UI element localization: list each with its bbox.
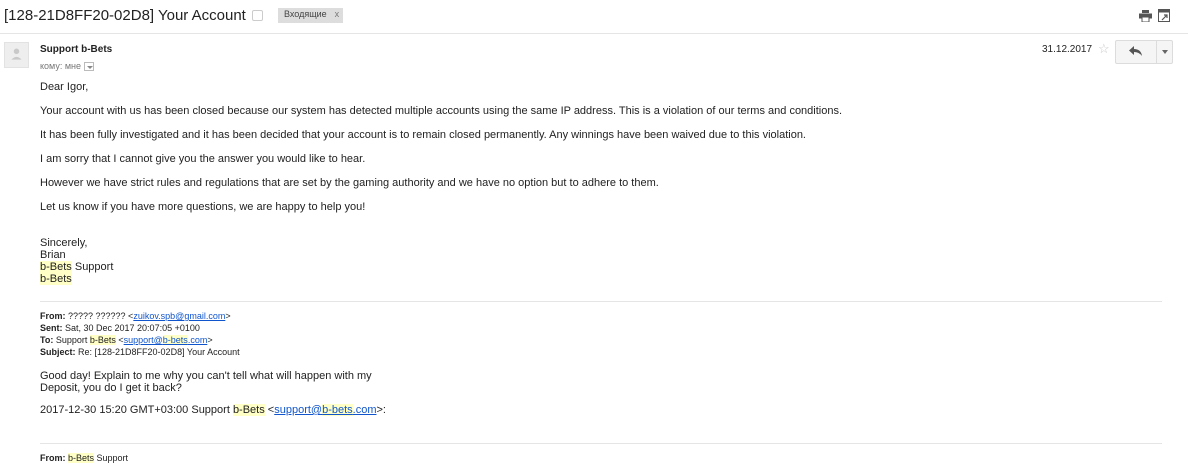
body-paragraph: However we have strict rules and regulat… [40, 177, 659, 189]
signature-team-suffix: Support [71, 261, 114, 273]
signature-team: b-Bets Support [40, 261, 113, 273]
message-date: 31.12.2017 [1042, 44, 1093, 55]
brand-highlight: b-Bets [89, 335, 116, 345]
reply-button-group [1115, 40, 1173, 64]
signature-closing: Sincerely, [40, 237, 88, 249]
attribution-prefix: 2017-12-30 15:20 GMT+03:00 Support [40, 404, 233, 416]
quoted-from-end: > [225, 311, 231, 321]
print-icon[interactable] [1139, 10, 1152, 22]
email-part: support@ [123, 335, 163, 345]
quoted-message-line: Good day! Explain to me why you can't te… [40, 370, 372, 382]
quoted-from-label: From: [40, 453, 66, 463]
star-icon[interactable]: ☆ [1098, 42, 1110, 56]
quote-divider [40, 301, 1162, 302]
quoted-subject: Subject: Re: [128-21D8FF20-02D8] Your Ac… [40, 347, 240, 357]
attribution-email[interactable]: support@b-bets.com [274, 404, 377, 416]
body-paragraph: Let us know if you have more questions, … [40, 201, 366, 213]
quoted-to-mid: < [115, 335, 124, 345]
body-paragraph: It has been fully investigated and it ha… [40, 129, 806, 141]
email-part: support@ [274, 404, 323, 416]
quoted-from-2: From: b-Bets Support [40, 453, 128, 463]
body-paragraph: Your account with us has been closed bec… [40, 105, 843, 117]
new-window-icon[interactable] [1158, 9, 1170, 22]
quoted-subject-label: Subject: [40, 347, 76, 357]
inbox-label-chip[interactable]: Входящие x [278, 8, 344, 23]
avatar-icon [4, 42, 29, 68]
quoted-to-prefix: Support [53, 335, 90, 345]
quoted-subject-value: Re: [128-21D8FF20-02D8] Your Account [75, 347, 240, 357]
quoted-from-label: From: [40, 311, 66, 321]
quoted-to: To: Support b-Bets <support@b-bets.com> [40, 335, 213, 345]
sender-name[interactable]: Support b-Bets [40, 44, 112, 55]
quoted-from-name: ????? ?????? < [65, 311, 134, 321]
recipient-line: кому: мне [40, 61, 94, 72]
quoted-from-suffix: Support [94, 453, 129, 463]
show-details-icon[interactable] [84, 62, 94, 72]
quoted-sent: Sent: Sat, 30 Dec 2017 20:07:05 +0100 [40, 323, 200, 333]
reply-button[interactable] [1116, 41, 1157, 63]
attribution-end: >: [376, 404, 386, 416]
quoted-from-email[interactable]: zuikov.spb@gmail.com [133, 311, 225, 321]
quoted-to-email[interactable]: support@b-bets.com [123, 335, 208, 345]
email-part: .com [352, 404, 377, 416]
subject-title: [128-21D8FF20-02D8] Your Account [4, 7, 246, 24]
recipient-text: кому: мне [40, 61, 81, 71]
quoted-to-label: To: [40, 335, 54, 345]
brand-highlight: b-Bets [68, 453, 95, 463]
quote-divider [40, 443, 1162, 444]
brand-highlight: b-Bets [232, 404, 265, 416]
brand-highlight: b-Bets [40, 273, 72, 285]
quoted-from: From: ????? ?????? <zuikov.spb@gmail.com… [40, 311, 231, 321]
signature-name: Brian [40, 249, 66, 261]
more-actions-button[interactable] [1157, 41, 1173, 63]
greeting: Dear Igor, [40, 81, 89, 93]
remove-label-icon[interactable]: x [335, 9, 340, 19]
quoted-attribution: 2017-12-30 15:20 GMT+03:00 Support b-Bet… [40, 404, 386, 416]
inbox-label-text: Входящие [284, 9, 327, 19]
brand-highlight: b-Bets [40, 261, 72, 273]
brand-highlight: b-bets [162, 335, 188, 345]
brand-highlight: b-bets [322, 404, 353, 416]
body-paragraph: I am sorry that I cannot give you the an… [40, 153, 366, 165]
quoted-message-line: Deposit, you do I get it back? [40, 382, 182, 394]
reply-icon [1129, 46, 1142, 56]
quoted-sent-value: Sat, 30 Dec 2017 20:07:05 +0100 [62, 323, 200, 333]
subject-bar: [128-21D8FF20-02D8] Your Account Входящи… [0, 0, 1188, 34]
quoted-sent-label: Sent: [40, 323, 63, 333]
quoted-to-end: > [207, 335, 213, 345]
signature-brand: b-Bets [40, 273, 72, 285]
email-part: .com [187, 335, 208, 345]
label-icon[interactable] [252, 10, 263, 21]
attribution-mid: < [264, 404, 275, 416]
